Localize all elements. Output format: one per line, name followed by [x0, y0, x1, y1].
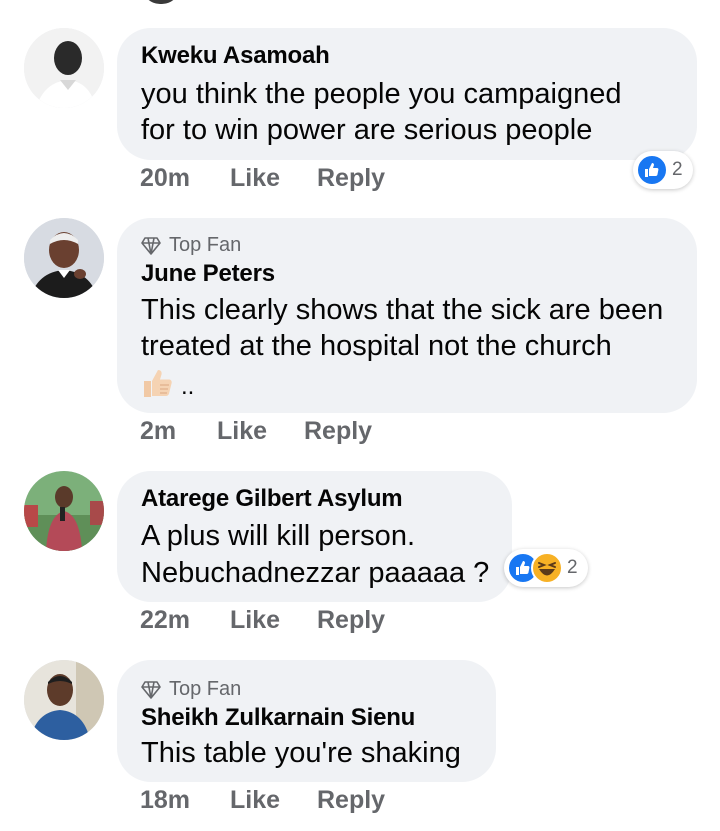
- reaction-summary[interactable]: 2: [504, 549, 588, 587]
- top-fan-badge: Top Fan: [141, 678, 241, 701]
- comment-text-line: you think the people you campaigned: [141, 78, 622, 110]
- comment-bubble: Top Fan June Peters This clearly shows t…: [117, 218, 697, 413]
- reply-button[interactable]: Reply: [304, 417, 372, 446]
- comment-author[interactable]: Kweku Asamoah: [141, 42, 330, 70]
- comment-bubble: Kweku Asamoah you think the people you c…: [117, 28, 697, 160]
- comment-time[interactable]: 2m: [140, 417, 217, 446]
- top-fan-label: Top Fan: [169, 234, 242, 256]
- comment-text-line: A plus will kill person.: [141, 520, 415, 552]
- comment-text-line: treated at the hospital not the church: [141, 330, 612, 362]
- reply-button[interactable]: Reply: [317, 786, 385, 815]
- avatar[interactable]: [24, 28, 104, 108]
- top-fan-badge: Top Fan: [141, 234, 241, 257]
- comment-bubble: Top Fan Sheikh Zulkarnain Sienu This tab…: [117, 660, 496, 782]
- like-button[interactable]: Like: [217, 417, 304, 446]
- comment-text-line: for to win power are serious people: [141, 114, 593, 146]
- comment-time[interactable]: 18m: [140, 786, 230, 815]
- comment-time[interactable]: 20m: [140, 164, 230, 193]
- avatar[interactable]: [24, 660, 104, 740]
- avatar-image: [24, 660, 104, 740]
- like-button[interactable]: Like: [230, 606, 317, 635]
- reply-button[interactable]: Reply: [317, 606, 385, 635]
- like-button[interactable]: Like: [230, 164, 317, 193]
- like-reaction-icon: [636, 154, 668, 186]
- reaction-count: 2: [672, 159, 683, 180]
- comment-time[interactable]: 22m: [140, 606, 230, 635]
- avatar-image: [24, 471, 104, 551]
- like-button[interactable]: Like: [230, 786, 317, 815]
- avatar[interactable]: [24, 471, 104, 551]
- comment-text-line: Nebuchadnezzar paaaaa ?: [141, 557, 490, 589]
- comment-bubble: Atarege Gilbert Asylum A plus will kill …: [117, 471, 512, 602]
- comment-emoji-tail: ..: [181, 373, 195, 400]
- top-fan-label: Top Fan: [169, 678, 242, 700]
- avatar-image: [24, 28, 104, 108]
- reply-button[interactable]: Reply: [317, 164, 385, 193]
- diamond-icon: [141, 236, 161, 255]
- comment-author[interactable]: June Peters: [141, 260, 275, 288]
- comment-author[interactable]: Atarege Gilbert Asylum: [141, 485, 403, 513]
- comment-actions: 20m Like Reply: [140, 164, 385, 193]
- thumbs-up-emoji-icon: [144, 370, 172, 397]
- reaction-count: 2: [567, 557, 578, 578]
- diamond-icon: [141, 680, 161, 699]
- comment-text-line: This clearly shows that the sick are bee…: [141, 294, 664, 326]
- previous-avatar-stub: [142, 0, 180, 4]
- comment-author[interactable]: Sheikh Zulkarnain Sienu: [141, 704, 415, 732]
- comment-actions: 2m Like Reply: [140, 417, 372, 446]
- comment-actions: 22m Like Reply: [140, 606, 385, 635]
- haha-reaction-icon: [531, 552, 563, 584]
- comment-text-line: This table you're shaking: [141, 737, 461, 769]
- reaction-summary[interactable]: 2: [633, 151, 693, 189]
- avatar-image: [24, 218, 104, 298]
- comment-actions: 18m Like Reply: [140, 786, 385, 815]
- avatar[interactable]: [24, 218, 104, 298]
- comment-emoji-line: ..: [141, 366, 194, 400]
